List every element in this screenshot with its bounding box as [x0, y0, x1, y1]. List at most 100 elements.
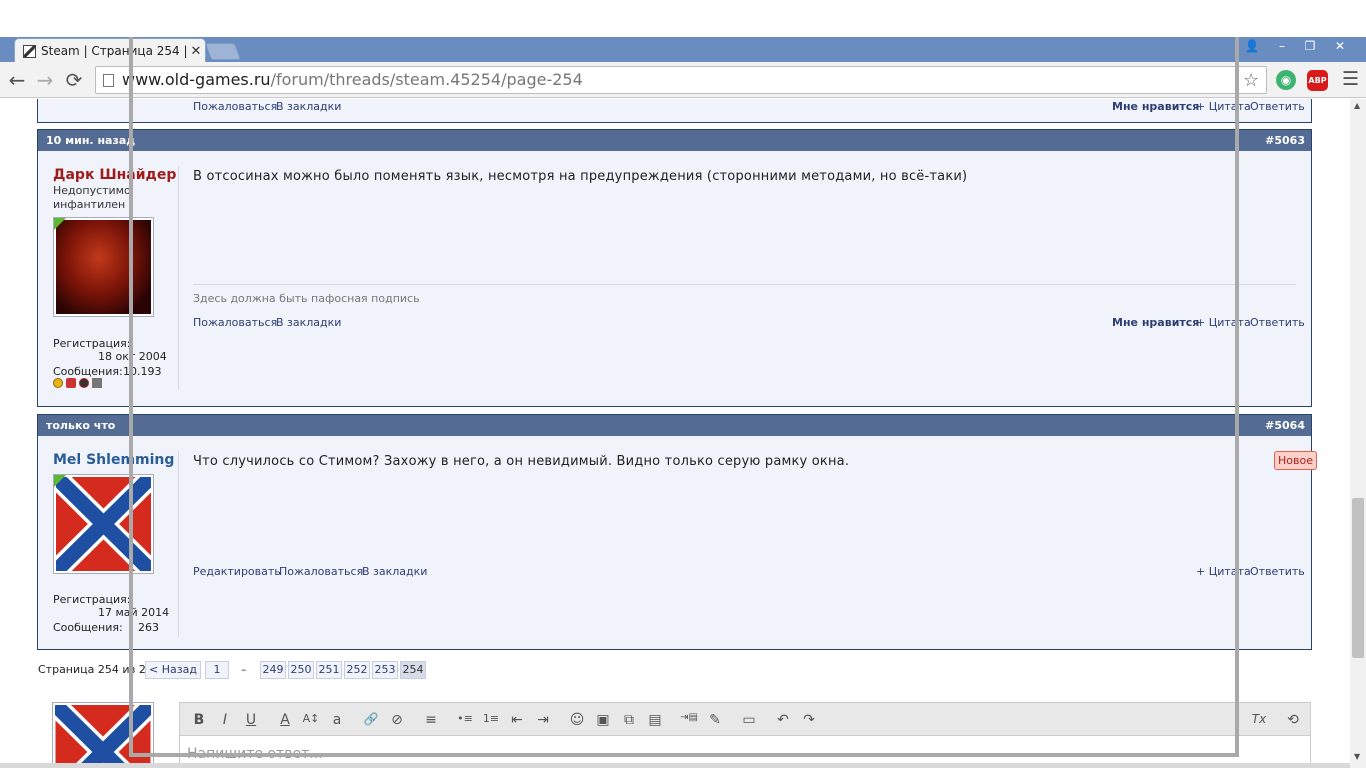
font-size-icon[interactable]: A↕ — [300, 712, 322, 725]
spoiler-icon[interactable]: ⇥▤ — [678, 712, 700, 723]
adblock-icon[interactable]: ABP — [1307, 70, 1328, 91]
award-game-icon — [66, 378, 76, 388]
reply-link[interactable]: Ответить — [1250, 316, 1305, 329]
bold-icon[interactable]: B — [188, 712, 210, 728]
outdent-icon[interactable]: ⇤ — [506, 712, 528, 728]
post-time: только что — [46, 419, 116, 432]
bullet-list-icon[interactable]: •≡ — [454, 712, 476, 725]
post-5063: 10 мин. назад #5063 Дарк Шнайдер Недопус… — [37, 129, 1312, 407]
user-profile-icon[interactable]: 👤 — [1238, 37, 1266, 55]
back-arrow-icon[interactable]: ← — [5, 68, 29, 92]
prev-page-button[interactable]: < Назад — [145, 661, 201, 679]
post-author[interactable]: Дарк Шнайдер — [53, 167, 176, 183]
reply-link[interactable]: Ответить — [1250, 565, 1305, 578]
page-link-first[interactable]: 1 — [205, 661, 229, 679]
post-time: 10 мин. назад — [46, 134, 136, 147]
save-icon[interactable]: ▭ — [738, 712, 760, 728]
redo-icon[interactable]: ↷ — [798, 712, 820, 728]
bookmark-link[interactable]: В закладки — [362, 565, 427, 578]
page-scrollbar[interactable] — [1350, 99, 1366, 768]
page-link[interactable]: 252 — [344, 661, 370, 679]
smilie-icon[interactable]: ☺ — [566, 712, 588, 728]
extension-green-icon[interactable]: ◉ — [1276, 70, 1296, 90]
bookmark-link[interactable]: В закладки — [276, 316, 341, 329]
page-counter: Страница 254 из 254 — [38, 663, 160, 676]
page-link[interactable]: 249 — [260, 661, 286, 679]
report-link[interactable]: Пожаловаться — [193, 100, 277, 113]
draft-icon[interactable]: ✎ — [704, 712, 726, 728]
trophy-icons — [53, 378, 102, 388]
tab-title: Steam | Страница 254 | Ф — [41, 44, 187, 58]
remove-format-icon[interactable]: Tx — [1248, 712, 1270, 726]
quote-link[interactable]: + Цитата — [1196, 316, 1251, 329]
font-color-icon[interactable]: A — [274, 712, 296, 728]
new-badge: Новое — [1274, 451, 1317, 470]
page-content: Пожаловаться В закладки Мне нравится + Ц… — [0, 99, 1350, 768]
close-window-icon[interactable]: ✕ — [1326, 37, 1354, 55]
award-box-icon — [92, 378, 102, 388]
quote-link[interactable]: + Цитата — [1196, 100, 1251, 113]
font-family-icon[interactable]: a — [326, 712, 348, 728]
quote-link[interactable]: + Цитата — [1196, 565, 1251, 578]
report-link[interactable]: Пожаловаться — [193, 316, 277, 329]
report-link[interactable]: Пожаловаться — [279, 565, 363, 578]
post-message: Что случилось со Стимом? Захожу в него, … — [193, 454, 850, 469]
post-number[interactable]: #5063 — [1265, 130, 1305, 151]
align-icon[interactable]: ≡ — [420, 712, 442, 728]
online-indicator-icon — [54, 218, 66, 230]
media-icon[interactable]: ⧉ — [618, 712, 640, 728]
page-link[interactable]: 251 — [316, 661, 342, 679]
signature-separator — [193, 284, 1296, 285]
image-icon[interactable]: ▣ — [592, 712, 614, 728]
scroll-thumb[interactable] — [1352, 498, 1364, 658]
messages-count: 10.193 — [123, 365, 162, 378]
page-link-current: 254 — [400, 661, 426, 679]
edit-link[interactable]: Редактировать — [193, 565, 281, 578]
switch-mode-icon[interactable]: ⟲ — [1282, 712, 1304, 728]
user-title: Недопустимо инфантилен — [53, 184, 131, 211]
scroll-up-arrow-icon[interactable]: ▲ — [1354, 101, 1360, 110]
reply-placeholder: Напишите ответ... — [187, 746, 323, 762]
post-header: только что #5064 — [38, 415, 1311, 436]
post-author[interactable]: Mel Shlemming — [53, 452, 174, 468]
bookmark-star-icon[interactable]: ☆ — [1243, 70, 1259, 91]
signature: Здесь должна быть пафосная подпись — [193, 292, 420, 305]
post-number[interactable]: #5064 — [1265, 415, 1305, 436]
editor-toolbar: B I U A A↕ a 🔗 ⊘ ≡ •≡ 1≡ ⇤ ⇥ ☺ ▣ ⧉ ▤ ⇥▤ … — [179, 702, 1311, 736]
avatar[interactable] — [53, 217, 154, 317]
undo-icon[interactable]: ↶ — [772, 712, 794, 728]
address-bar[interactable]: www.old-games.ru/forum/threads/steam.452… — [95, 66, 1267, 94]
steam-favicon-icon — [23, 44, 36, 58]
menu-icon[interactable]: ☰ — [1342, 68, 1359, 90]
registration-date: 17 май 2014 — [98, 606, 170, 619]
like-link[interactable]: Мне нравится — [1112, 100, 1199, 113]
indent-icon[interactable]: ⇥ — [532, 712, 554, 728]
new-tab-button[interactable] — [204, 43, 242, 60]
unlink-icon[interactable]: ⊘ — [386, 712, 408, 728]
like-link[interactable]: Мне нравится — [1112, 316, 1199, 329]
award-ball-icon — [79, 378, 89, 388]
registration-label: Регистрация: — [53, 593, 131, 606]
italic-icon[interactable]: I — [214, 712, 236, 728]
page-link[interactable]: 253 — [372, 661, 398, 679]
insert-icon[interactable]: ▤ — [644, 712, 666, 728]
messages-label: Сообщения: — [53, 621, 123, 634]
link-icon[interactable]: 🔗 — [360, 712, 382, 726]
messages-label: Сообщения: — [53, 365, 123, 378]
numbered-list-icon[interactable]: 1≡ — [480, 712, 502, 725]
avatar[interactable] — [48, 469, 159, 579]
underline-icon[interactable]: U — [240, 712, 262, 728]
tab-close-icon[interactable]: ✕ — [187, 44, 205, 59]
bookmark-link[interactable]: В закладки — [276, 100, 341, 113]
forward-arrow-icon[interactable]: → — [33, 68, 57, 92]
browser-tab[interactable]: Steam | Страница 254 | Ф ✕ — [14, 38, 206, 63]
reply-link[interactable]: Ответить — [1250, 100, 1305, 113]
registration-label: Регистрация: — [53, 337, 131, 350]
avatar-flag-image — [48, 469, 159, 579]
scroll-down-arrow-icon[interactable]: ▼ — [1354, 752, 1360, 761]
reload-icon[interactable]: ⟳ — [62, 68, 86, 92]
avatar-image — [56, 220, 151, 314]
minimize-icon[interactable]: – — [1268, 37, 1296, 55]
page-link[interactable]: 250 — [288, 661, 314, 679]
restore-icon[interactable]: ❐ — [1296, 37, 1324, 55]
